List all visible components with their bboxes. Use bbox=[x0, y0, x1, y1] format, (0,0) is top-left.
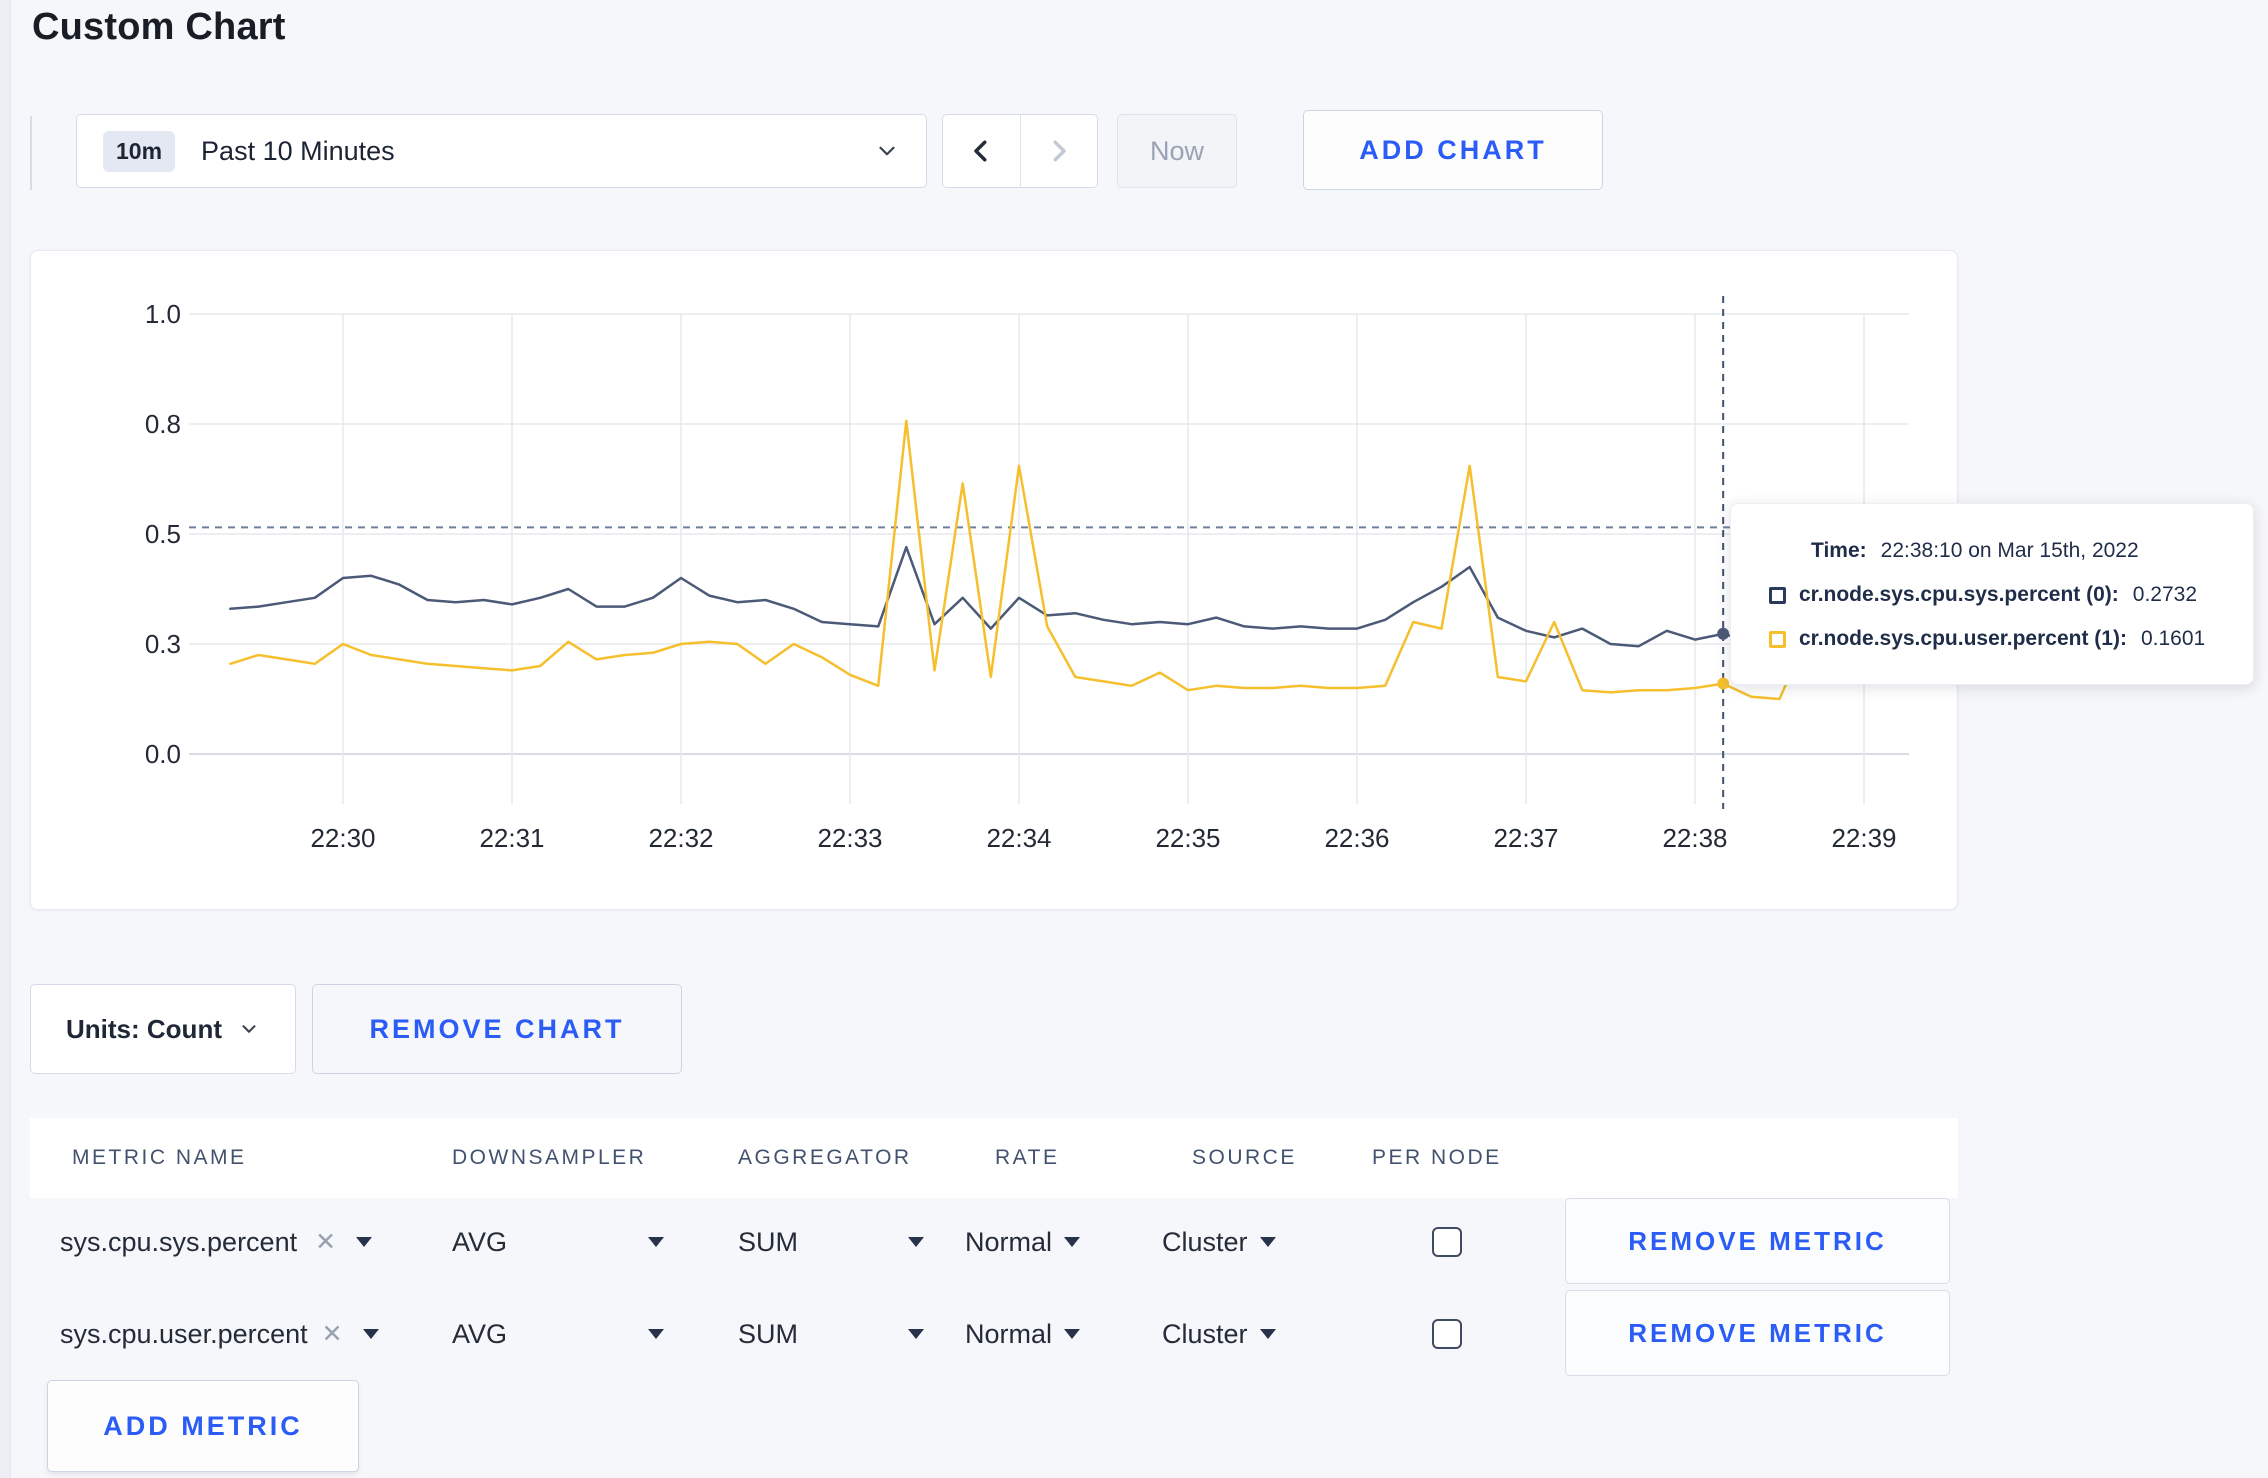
tooltip-series-row: cr.node.sys.cpu.sys.percent (0): 0.2732 bbox=[1769, 573, 2253, 617]
svg-text:22:36: 22:36 bbox=[1324, 823, 1389, 853]
page-title: Custom Chart bbox=[32, 6, 286, 48]
add-chart-button[interactable]: ADD CHART bbox=[1303, 110, 1603, 190]
caret-down-icon bbox=[362, 1329, 379, 1339]
rate-value: Normal bbox=[965, 1226, 1053, 1257]
metric-name-dropdown[interactable]: sys.cpu.user.percent ✕ bbox=[60, 1306, 379, 1362]
aggregator-value: SUM bbox=[738, 1318, 798, 1349]
header-metric-name: METRIC NAME bbox=[72, 1146, 247, 1169]
aggregator-select[interactable]: SUM bbox=[738, 1306, 924, 1362]
chevron-right-icon bbox=[1053, 140, 1066, 162]
caret-down-icon bbox=[1064, 1329, 1081, 1339]
rate-value: Normal bbox=[965, 1318, 1053, 1349]
per-node-checkbox[interactable] bbox=[1432, 1319, 1462, 1349]
clear-metric-icon[interactable]: ✕ bbox=[315, 1227, 336, 1257]
tooltip-time-label: Time: bbox=[1811, 539, 1867, 562]
tooltip-time-value: 22:38:10 on Mar 15th, 2022 bbox=[1880, 539, 2139, 562]
tooltip-series-row: cr.node.sys.cpu.user.percent (1): 0.1601 bbox=[1769, 617, 2253, 661]
metric-name-value: sys.cpu.user.percent bbox=[60, 1318, 308, 1349]
per-node-checkbox[interactable] bbox=[1432, 1227, 1462, 1257]
downsampler-select[interactable]: AVG bbox=[452, 1214, 664, 1270]
metrics-table-header: METRIC NAME DOWNSAMPLER AGGREGATOR RATE … bbox=[30, 1118, 1958, 1198]
sys-series-swatch-icon bbox=[1769, 586, 1786, 604]
caret-down-icon bbox=[648, 1237, 664, 1247]
svg-text:0.8: 0.8 bbox=[145, 409, 181, 439]
downsampler-select[interactable]: AVG bbox=[452, 1306, 664, 1362]
svg-text:22:34: 22:34 bbox=[986, 823, 1051, 853]
remove-chart-button[interactable]: REMOVE CHART bbox=[312, 984, 682, 1074]
svg-text:22:31: 22:31 bbox=[479, 823, 544, 853]
svg-text:0.5: 0.5 bbox=[145, 519, 181, 549]
chevron-down-icon bbox=[874, 138, 900, 164]
time-range-label: Past 10 Minutes bbox=[201, 135, 395, 166]
tooltip-series-name: cr.node.sys.cpu.sys.percent (0): bbox=[1799, 583, 2119, 606]
metric-name-value: sys.cpu.sys.percent bbox=[60, 1226, 298, 1257]
add-metric-button[interactable]: ADD METRIC bbox=[47, 1380, 359, 1472]
aggregator-value: SUM bbox=[738, 1226, 798, 1257]
time-pager bbox=[942, 114, 1098, 188]
header-rate: RATE bbox=[995, 1146, 1060, 1169]
caret-down-icon bbox=[1259, 1329, 1276, 1339]
aggregator-select[interactable]: SUM bbox=[738, 1214, 924, 1270]
downsampler-value: AVG bbox=[452, 1318, 508, 1349]
svg-text:22:39: 22:39 bbox=[1831, 823, 1896, 853]
prev-time-button[interactable] bbox=[943, 115, 1021, 187]
chart-tooltip: Time: 22:38:10 on Mar 15th, 2022 cr.node… bbox=[1730, 503, 2254, 685]
metric-name-dropdown[interactable]: sys.cpu.sys.percent ✕ bbox=[60, 1214, 373, 1270]
caret-down-icon bbox=[356, 1237, 373, 1247]
rate-select[interactable]: Normal bbox=[965, 1214, 1081, 1270]
remove-metric-button[interactable]: REMOVE METRIC bbox=[1565, 1290, 1950, 1376]
controls-divider bbox=[30, 116, 32, 190]
caret-down-icon bbox=[908, 1329, 924, 1339]
caret-down-icon bbox=[908, 1237, 924, 1247]
svg-text:22:33: 22:33 bbox=[817, 823, 882, 853]
chart-card: 0.0 0.3 0.5 0.8 1.0 22:30 22:31 22:32 22:33 22:34… bbox=[30, 250, 1958, 910]
svg-text:22:32: 22:32 bbox=[648, 823, 713, 853]
svg-text:0.3: 0.3 bbox=[145, 629, 181, 659]
svg-text:22:38: 22:38 bbox=[1662, 823, 1727, 853]
user-series-swatch-icon bbox=[1769, 630, 1786, 648]
time-range-badge: 10m bbox=[103, 130, 176, 172]
tooltip-time-row: Time: 22:38:10 on Mar 15th, 2022 bbox=[1769, 529, 2253, 573]
downsampler-value: AVG bbox=[452, 1226, 508, 1257]
caret-down-icon bbox=[1259, 1237, 1276, 1247]
units-dropdown[interactable]: Units: Count bbox=[30, 984, 296, 1074]
chevron-left-icon bbox=[974, 140, 987, 162]
header-downsampler: DOWNSAMPLER bbox=[452, 1146, 647, 1169]
svg-text:22:37: 22:37 bbox=[1493, 823, 1558, 853]
caret-down-icon bbox=[1064, 1237, 1081, 1247]
time-range-dropdown[interactable]: 10m Past 10 Minutes bbox=[76, 114, 927, 188]
chevron-down-icon bbox=[242, 1025, 256, 1033]
tooltip-series-value: 0.2732 bbox=[2132, 583, 2198, 606]
source-value: Cluster bbox=[1162, 1226, 1248, 1257]
chart-svg[interactable]: 0.0 0.3 0.5 0.8 1.0 22:30 22:31 22:32 22:33 22:34… bbox=[31, 251, 1959, 911]
header-per-node: PER NODE bbox=[1372, 1146, 1502, 1169]
header-source: SOURCE bbox=[1192, 1146, 1297, 1169]
svg-text:22:35: 22:35 bbox=[1155, 823, 1220, 853]
next-time-button[interactable] bbox=[1021, 115, 1098, 187]
custom-chart-page: Custom Chart 10m Past 10 Minutes Now ADD… bbox=[0, 0, 2268, 1478]
left-edge-strip bbox=[0, 0, 11, 1478]
caret-down-icon bbox=[648, 1329, 664, 1339]
source-select[interactable]: Cluster bbox=[1162, 1214, 1276, 1270]
now-button[interactable]: Now bbox=[1117, 114, 1237, 188]
rate-select[interactable]: Normal bbox=[965, 1306, 1081, 1362]
source-value: Cluster bbox=[1162, 1318, 1248, 1349]
tooltip-series-name: cr.node.sys.cpu.user.percent (1): bbox=[1799, 627, 2127, 650]
units-label: Units: Count bbox=[66, 1013, 222, 1044]
remove-metric-button[interactable]: REMOVE METRIC bbox=[1565, 1198, 1950, 1284]
header-aggregator: AGGREGATOR bbox=[738, 1146, 912, 1169]
source-select[interactable]: Cluster bbox=[1162, 1306, 1276, 1362]
svg-text:1.0: 1.0 bbox=[145, 299, 181, 329]
svg-text:0.0: 0.0 bbox=[145, 739, 181, 769]
clear-metric-icon[interactable]: ✕ bbox=[322, 1319, 343, 1349]
svg-text:22:30: 22:30 bbox=[310, 823, 375, 853]
tooltip-series-value: 0.1601 bbox=[2140, 627, 2206, 650]
